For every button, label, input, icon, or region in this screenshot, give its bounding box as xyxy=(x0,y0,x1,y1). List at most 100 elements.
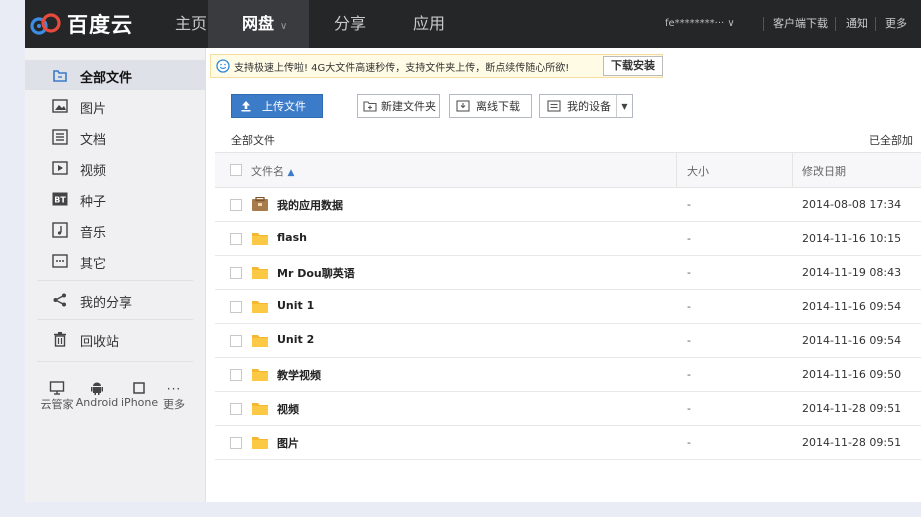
user-account-menu[interactable]: fe********··· ∨ xyxy=(665,0,735,48)
sidebar-item-my-share[interactable]: 我的分享 xyxy=(25,285,205,315)
monitor-icon xyxy=(49,381,65,395)
sidebar-item-label: 音乐 xyxy=(80,226,107,241)
download-install-button[interactable]: 下载安装 xyxy=(603,56,663,76)
upload-file-button[interactable]: 上传文件 xyxy=(231,94,323,118)
new-folder-label: 新建文件夹 xyxy=(381,100,436,113)
table-row[interactable]: Mr Dou聊英语 - 2014-11-19 08:43 xyxy=(215,256,921,290)
table-row[interactable]: Unit 1 - 2014-11-16 09:54 xyxy=(215,290,921,324)
column-header-date[interactable]: 修改日期 xyxy=(802,163,846,179)
folder-outline-icon xyxy=(53,70,67,82)
table-row[interactable]: 我的应用数据 - 2014-08-08 17:34 xyxy=(215,188,921,222)
device-label: iPhone xyxy=(121,396,159,409)
sidebar-item-label: 我的分享 xyxy=(80,296,133,311)
notifications-link[interactable]: 通知 xyxy=(846,0,868,48)
baidu-cloud-logo-icon xyxy=(30,13,61,35)
sort-up-icon: ▲ xyxy=(287,168,295,178)
device-link-android[interactable]: Android xyxy=(73,378,121,409)
more-icon xyxy=(52,254,68,268)
row-checkbox[interactable] xyxy=(230,335,242,347)
file-date: 2014-11-16 09:54 xyxy=(802,334,902,347)
table-row[interactable]: 视频 - 2014-11-28 09:51 xyxy=(215,392,921,426)
device-link-iphone[interactable]: iPhone xyxy=(121,378,159,409)
sidebar-item-all-files[interactable]: 全部文件 xyxy=(25,60,205,90)
ellipsis-icon: ··· xyxy=(166,382,182,396)
loaded-status-text: 已全部加 xyxy=(869,134,913,147)
device-label: 更多 xyxy=(163,398,185,411)
table-row[interactable]: flash - 2014-11-16 10:15 xyxy=(215,222,921,256)
row-checkbox[interactable] xyxy=(230,267,242,279)
android-icon xyxy=(91,382,103,395)
bt-icon: BT xyxy=(52,192,68,206)
sidebar-item-torrents[interactable]: BT 种子 xyxy=(25,184,205,214)
table-row[interactable]: Unit 2 - 2014-11-16 09:54 xyxy=(215,324,921,358)
sidebar-item-label: 回收站 xyxy=(80,335,120,350)
sidebar-item-label: 文档 xyxy=(80,133,107,148)
file-size: - xyxy=(687,368,691,381)
file-name[interactable]: Unit 1 xyxy=(277,299,314,312)
folder-icon xyxy=(252,437,268,449)
row-checkbox[interactable] xyxy=(230,233,242,245)
file-name[interactable]: flash xyxy=(277,231,307,244)
file-name[interactable]: Unit 2 xyxy=(277,333,314,346)
file-date: 2014-11-19 08:43 xyxy=(802,266,902,279)
file-name[interactable]: 视频 xyxy=(277,401,299,417)
row-checkbox[interactable] xyxy=(230,403,242,415)
row-checkbox[interactable] xyxy=(230,301,242,313)
svg-text:BT: BT xyxy=(54,196,66,205)
client-download-link[interactable]: 客户端下载 xyxy=(773,0,828,48)
file-size: - xyxy=(687,198,691,211)
table-row[interactable]: 教学视频 - 2014-11-16 09:50 xyxy=(215,358,921,392)
file-name[interactable]: 教学视频 xyxy=(277,367,321,383)
sidebar-item-other[interactable]: 其它 xyxy=(25,246,205,276)
sidebar-item-documents[interactable]: 文档 xyxy=(25,122,205,152)
sidebar-item-videos[interactable]: 视频 xyxy=(25,153,205,183)
logo[interactable]: 百度云 xyxy=(29,9,133,39)
nav-share[interactable]: 分享 xyxy=(334,0,366,48)
sidebar-item-recycle-bin[interactable]: 回收站 xyxy=(25,324,205,354)
device-label: Android xyxy=(75,396,119,409)
offline-download-button[interactable]: 离线下载 xyxy=(449,94,532,118)
column-header-name[interactable]: 文件名 ▲ xyxy=(251,163,294,179)
share-icon xyxy=(53,293,66,307)
offline-download-icon xyxy=(456,100,470,112)
breadcrumb[interactable]: 全部文件 xyxy=(231,132,275,148)
nav-netdisk[interactable]: 网盘 ∨ xyxy=(208,0,309,48)
row-checkbox[interactable] xyxy=(230,437,242,449)
nav-apps[interactable]: 应用 xyxy=(413,0,445,48)
row-checkbox[interactable] xyxy=(230,369,242,381)
file-date: 2014-11-16 09:54 xyxy=(802,300,902,313)
logo-text: 百度云 xyxy=(67,13,133,37)
folder-icon xyxy=(252,267,268,279)
sidebar-item-label: 种子 xyxy=(80,195,107,210)
sidebar-item-label: 其它 xyxy=(80,257,107,272)
device-link-more[interactable]: ··· 更多 xyxy=(159,378,189,412)
column-label: 文件名 xyxy=(251,165,284,178)
file-date: 2014-11-16 10:15 xyxy=(802,232,902,245)
file-name[interactable]: 图片 xyxy=(277,435,299,451)
trash-icon xyxy=(54,332,66,347)
document-icon xyxy=(52,129,68,145)
file-date: 2014-11-16 09:50 xyxy=(802,368,902,381)
sidebar-item-music[interactable]: 音乐 xyxy=(25,215,205,245)
my-devices-button[interactable]: 我的设备 ▼ xyxy=(539,94,633,118)
table-header: 文件名 ▲ 大小 修改日期 xyxy=(215,152,921,188)
more-link[interactable]: 更多 xyxy=(885,0,907,48)
table-row[interactable]: 图片 - 2014-11-28 09:51 xyxy=(215,426,921,460)
file-date: 2014-11-28 09:51 xyxy=(802,402,902,415)
image-icon xyxy=(52,99,68,113)
device-link-cloud-manager[interactable]: 云管家 xyxy=(39,378,75,412)
dropdown-arrow-icon[interactable]: ▼ xyxy=(616,95,632,117)
nav-home[interactable]: 主页 xyxy=(175,0,207,48)
new-folder-button[interactable]: 新建文件夹 xyxy=(357,94,440,118)
divider xyxy=(37,280,193,281)
row-checkbox[interactable] xyxy=(230,199,242,211)
divider xyxy=(37,361,193,362)
column-header-size[interactable]: 大小 xyxy=(687,163,709,179)
sidebar-item-images[interactable]: 图片 xyxy=(25,91,205,121)
column-divider xyxy=(676,153,677,188)
file-name[interactable]: Mr Dou聊英语 xyxy=(277,265,355,281)
select-all-checkbox[interactable] xyxy=(230,164,242,176)
folder-icon xyxy=(252,301,268,313)
file-name[interactable]: 我的应用数据 xyxy=(277,197,343,213)
nav-netdisk-label: 网盘 xyxy=(242,14,275,33)
